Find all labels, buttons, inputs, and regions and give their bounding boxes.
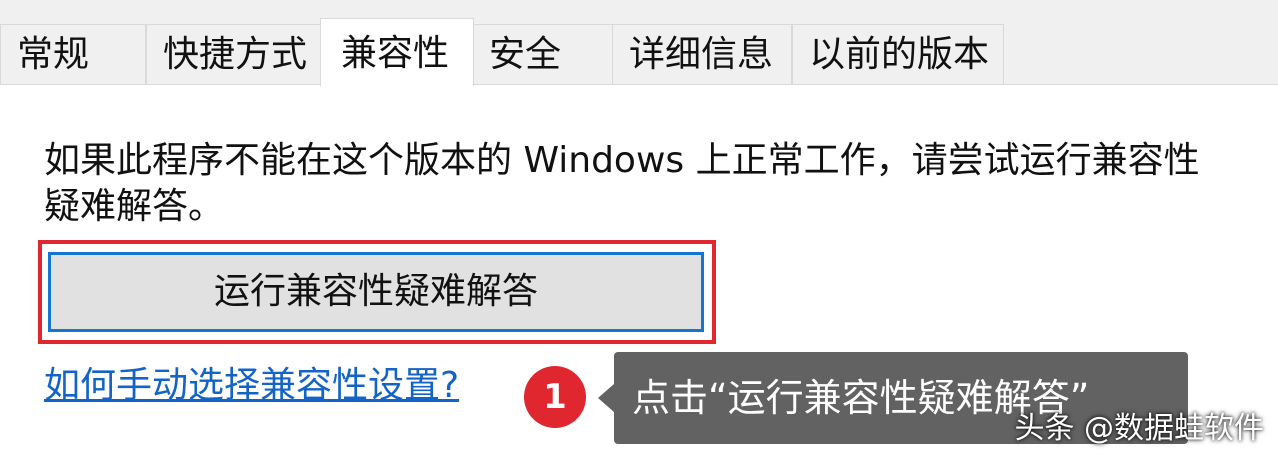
tab-details[interactable]: 详细信息 bbox=[612, 24, 792, 84]
properties-dialog: 常规 快捷方式 兼容性 安全 详细信息 以前的版本 如果此程序不能在这个版本的 … bbox=[0, 0, 1278, 456]
tab-shortcut[interactable]: 快捷方式 bbox=[146, 24, 322, 84]
watermark-text: 头条 @数据蛙软件 bbox=[1014, 411, 1264, 446]
tab-compatibility[interactable]: 兼容性 bbox=[320, 18, 474, 86]
tab-security[interactable]: 安全 bbox=[472, 24, 614, 84]
run-compatibility-troubleshooter-button[interactable]: 运行兼容性疑难解答 bbox=[48, 252, 704, 332]
tab-previous-versions[interactable]: 以前的版本 bbox=[792, 24, 1004, 84]
callout-pointer bbox=[598, 384, 614, 412]
tab-bar: 常规 快捷方式 兼容性 安全 详细信息 以前的版本 bbox=[0, 0, 1278, 86]
manual-compatibility-settings-link[interactable]: 如何手动选择兼容性设置? bbox=[44, 364, 459, 408]
step-number-badge: 1 bbox=[524, 366, 586, 428]
tab-general[interactable]: 常规 bbox=[0, 24, 146, 84]
compatibility-description: 如果此程序不能在这个版本的 Windows 上正常工作，请尝试运行兼容性疑难解答… bbox=[44, 140, 1200, 227]
